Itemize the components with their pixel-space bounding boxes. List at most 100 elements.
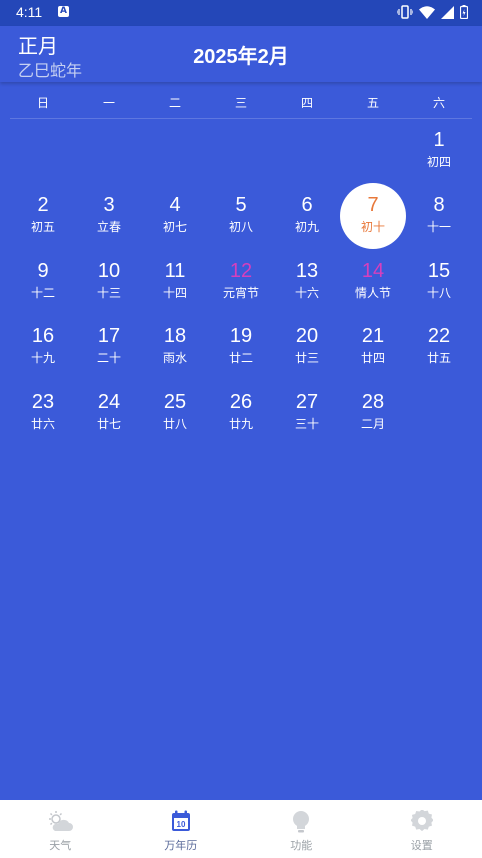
- day-cell[interactable]: 2 初五: [10, 190, 76, 255]
- lunar-day-label: 三十: [294, 416, 319, 431]
- lunar-day-label: 初四: [426, 155, 451, 169]
- day-cell[interactable]: 15 十八: [406, 256, 472, 321]
- nav-calendar[interactable]: 10 万年历: [121, 800, 242, 858]
- status-bar: 4:11 A: [0, 0, 482, 26]
- nav-functions[interactable]: 功能: [241, 800, 362, 858]
- weekday-label: 二: [168, 96, 181, 110]
- nav-settings[interactable]: 设置: [362, 800, 482, 858]
- lunar-day-label: 初五: [30, 220, 55, 235]
- lunar-day-label: 十四: [162, 285, 187, 300]
- vibrate-icon: [397, 5, 413, 19]
- lunar-day-label: 初十: [360, 220, 385, 235]
- weather-icon: [47, 810, 74, 838]
- lunar-day-label: 廿六: [30, 416, 55, 431]
- weekday-label: 四: [300, 96, 313, 110]
- day-number: 6: [301, 194, 313, 217]
- calendar-icon: 10: [171, 810, 191, 836]
- day-number: 25: [163, 390, 187, 413]
- day-number: 22: [427, 325, 451, 348]
- day-number: 10: [97, 259, 121, 282]
- empty-cell: [10, 125, 76, 190]
- calendar-grid: 1 初四 2 初五 3 立春 4 初七 5 初八 6 初九 7 初十 8 十一 9 十二 10 十三 11 十四 12 元宵节…: [10, 125, 472, 452]
- day-number: 19: [229, 325, 253, 348]
- day-number: 14: [361, 259, 385, 282]
- day-cell-today[interactable]: 7 初十: [340, 183, 406, 255]
- day-cell[interactable]: 25 廿八: [142, 387, 208, 452]
- day-number: 16: [31, 325, 55, 348]
- day-cell[interactable]: 16 十九: [10, 321, 76, 386]
- weekday-label: 日: [36, 96, 49, 110]
- nav-weather[interactable]: 天气: [0, 800, 121, 858]
- weekday-label: 一: [102, 96, 115, 110]
- signal-icon: [441, 5, 454, 19]
- day-number: 27: [295, 390, 319, 413]
- day-cell[interactable]: 11 十四: [142, 256, 208, 321]
- lunar-day-label: 元宵节: [222, 285, 259, 300]
- day-cell[interactable]: 21 廿四: [340, 321, 406, 386]
- day-number: 23: [31, 390, 55, 413]
- lunar-day-label: 情人节: [354, 285, 391, 300]
- day-cell[interactable]: 13 十六: [274, 256, 340, 321]
- empty-cell: [274, 125, 340, 190]
- day-cell[interactable]: 10 十三: [76, 256, 142, 321]
- lunar-day-label: 二十: [96, 351, 121, 366]
- day-cell[interactable]: 18 雨水: [142, 321, 208, 386]
- day-number: 28: [361, 390, 385, 413]
- lunar-day-label: 廿四: [360, 351, 385, 366]
- day-cell[interactable]: 9 十二: [10, 256, 76, 321]
- day-number: 24: [97, 390, 121, 413]
- lunar-day-label: 十三: [96, 285, 121, 300]
- day-number: 9: [37, 259, 49, 282]
- day-cell[interactable]: 14 情人节: [340, 256, 406, 321]
- weekday-label: 三: [234, 96, 247, 110]
- day-number: 2: [37, 194, 49, 217]
- day-cell[interactable]: 27 三十: [274, 387, 340, 452]
- lunar-day-label: 廿九: [228, 416, 253, 431]
- day-cell[interactable]: 24 廿七: [76, 387, 142, 452]
- notification-icon: A: [58, 6, 69, 17]
- lunar-day-label: 二月: [360, 416, 385, 431]
- calendar-badge: 10: [176, 820, 185, 829]
- day-cell[interactable]: 3 立春: [76, 190, 142, 255]
- empty-cell: [142, 125, 208, 190]
- empty-cell: [76, 125, 142, 190]
- lunar-day-label: 十二: [30, 285, 55, 300]
- lunar-day-label: 十九: [30, 351, 55, 366]
- day-number: 13: [295, 259, 319, 282]
- status-time: 4:11: [16, 4, 43, 20]
- day-cell[interactable]: 1 初四: [406, 125, 472, 190]
- day-number: 3: [103, 194, 115, 217]
- day-number: 8: [433, 194, 445, 217]
- day-cell[interactable]: 17 二十: [76, 321, 142, 386]
- day-cell[interactable]: 22 廿五: [406, 321, 472, 386]
- lunar-day-label: 廿七: [96, 416, 121, 431]
- day-number: 12: [229, 259, 253, 282]
- day-number: 11: [164, 259, 186, 282]
- day-cell[interactable]: 20 廿三: [274, 321, 340, 386]
- day-cell[interactable]: 23 廿六: [10, 387, 76, 452]
- month-title[interactable]: 2025年2月: [0, 40, 482, 69]
- nav-label: 天气: [49, 839, 72, 852]
- day-cell[interactable]: 19 廿二: [208, 321, 274, 386]
- day-number: 21: [361, 325, 385, 348]
- lunar-day-label: 立春: [96, 220, 121, 235]
- day-cell[interactable]: 26 廿九: [208, 387, 274, 452]
- weekday-label: 五: [366, 96, 379, 110]
- lunar-day-label: 十一: [426, 220, 451, 235]
- battery-icon: [460, 5, 468, 19]
- day-number: 5: [235, 194, 247, 217]
- day-cell[interactable]: 12 元宵节: [208, 256, 274, 321]
- lunar-day-label: 初七: [162, 220, 187, 235]
- day-cell[interactable]: 4 初七: [142, 190, 208, 255]
- day-number: 26: [229, 390, 253, 413]
- day-cell[interactable]: 8 十一: [406, 190, 472, 255]
- day-cell[interactable]: 5 初八: [208, 190, 274, 255]
- wifi-icon: [419, 5, 435, 19]
- day-number: 20: [295, 325, 319, 348]
- empty-cell: [208, 125, 274, 190]
- day-cell[interactable]: 6 初九: [274, 190, 340, 255]
- lunar-day-label: 廿三: [294, 351, 319, 366]
- day-cell[interactable]: 28 二月: [340, 387, 406, 452]
- nav-label: 功能: [290, 839, 313, 852]
- lunar-day-label: 廿五: [426, 351, 451, 366]
